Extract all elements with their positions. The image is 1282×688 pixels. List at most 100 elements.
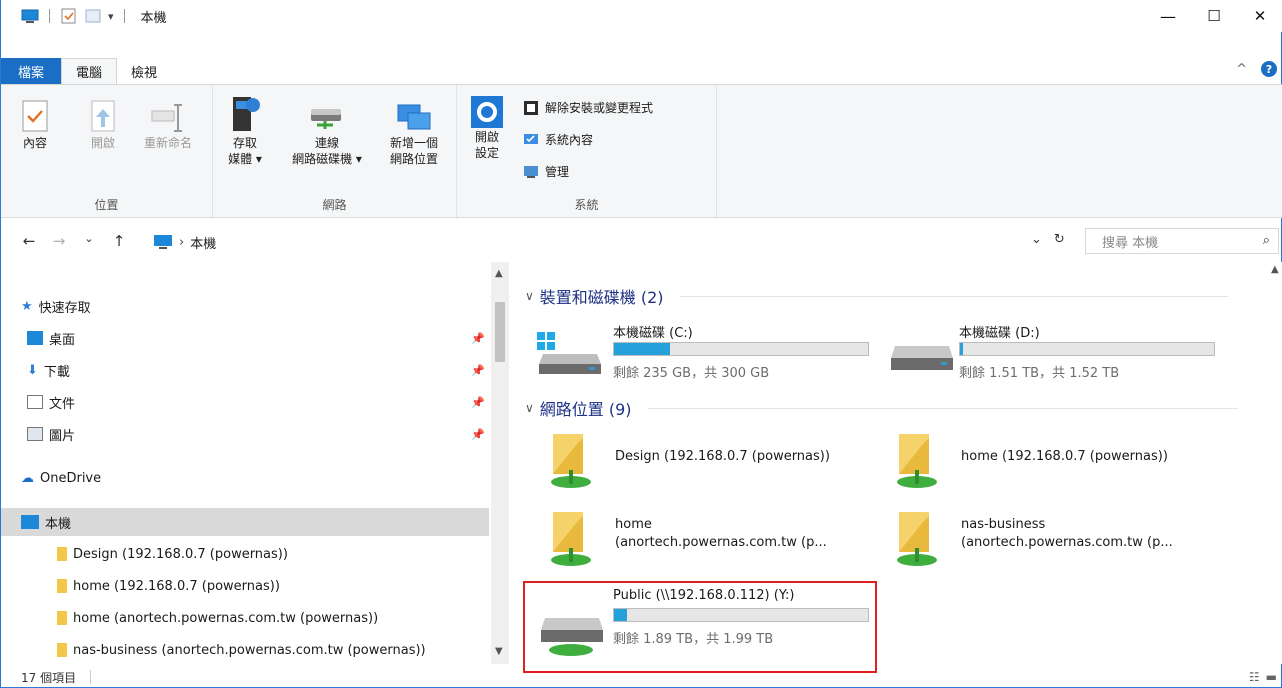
section-devices-header[interactable]: ∨ 裝置和磁碟機 (2) xyxy=(525,284,1228,308)
address-row: ← → ⌄ ↑ › 本機 ⌄ ↻ 搜尋 本機 ⌕ xyxy=(1,226,1282,258)
qat-dropdown-icon[interactable]: ▾ xyxy=(108,10,114,23)
help-icon[interactable]: ? xyxy=(1261,61,1277,77)
maximize-button[interactable]: ☐ xyxy=(1191,0,1237,32)
nav-share-item[interactable]: nas-business (anortech.powernas.com.tw (… xyxy=(1,636,489,664)
address-bar[interactable]: › 本機 xyxy=(153,229,1073,255)
nav-desktop[interactable]: 桌面 📌 xyxy=(1,324,489,352)
system-properties-icon xyxy=(524,133,538,144)
drive-d[interactable]: 本機磁碟 (D:) 剩餘 1.51 TB，共 1.52 TB xyxy=(875,322,1215,382)
network-folder-icon xyxy=(57,643,67,657)
refresh-icon[interactable]: ↻ xyxy=(1054,232,1065,247)
rename-button[interactable]: 重新命名 xyxy=(135,99,201,151)
network-folder-icon xyxy=(57,579,67,593)
documents-icon xyxy=(27,395,43,409)
this-pc-icon xyxy=(21,515,39,529)
manage-button[interactable]: 管理 xyxy=(523,163,569,180)
ribbon-tabs: 檔案 電腦 檢視 ^ ? xyxy=(1,58,1282,85)
section-network-header[interactable]: ∨ 網路位置 (9) xyxy=(525,396,1238,420)
group-label-location: 位置 xyxy=(94,198,119,212)
network-folder-icon xyxy=(57,547,67,561)
back-arrow-icon[interactable]: ← xyxy=(17,232,41,250)
drive-c[interactable]: 本機磁碟 (C:) 剩餘 235 GB，共 300 GB xyxy=(529,322,869,382)
network-location-item[interactable]: nas-business (anortech.powernas.com.tw (… xyxy=(875,508,1215,578)
add-network-location-button[interactable]: 新增一個 網路位置 xyxy=(379,103,449,167)
nav-share-item[interactable]: Design (192.168.0.7 (powernas)) xyxy=(1,540,489,568)
nav-documents[interactable]: 文件 📌 xyxy=(1,388,489,416)
status-bar: 17 個項目 ☷ ▬ xyxy=(1,666,1282,688)
nav-share-item[interactable]: home (anortech.powernas.com.tw (powernas… xyxy=(1,604,489,632)
nav-share-item[interactable]: home (192.168.0.7 (powernas)) xyxy=(1,572,489,600)
drive-usage-bar xyxy=(959,342,1215,356)
network-folder-icon xyxy=(897,512,937,566)
nav-pictures[interactable]: 圖片 📌 xyxy=(1,420,489,448)
breadcrumb-separator-icon[interactable]: › xyxy=(179,235,184,250)
search-icon[interactable]: ⌕ xyxy=(1263,233,1270,248)
pin-icon[interactable]: 📌 xyxy=(471,364,485,377)
map-network-drive-button[interactable]: 連線 網路磁碟機 ▾ xyxy=(279,103,375,167)
window-title: 本機 xyxy=(140,10,167,26)
collapse-chevron-icon[interactable]: ∨ xyxy=(525,289,534,303)
rename-icon xyxy=(151,104,182,132)
network-location-icon xyxy=(397,104,431,130)
network-folder-icon xyxy=(897,434,937,488)
cloud-icon: ☁ xyxy=(21,470,34,486)
scroll-down-icon[interactable]: ▼ xyxy=(495,646,503,657)
nav-onedrive[interactable]: ☁ OneDrive xyxy=(1,464,489,492)
tab-view[interactable]: 檢視 xyxy=(117,58,171,84)
settings-gear-icon xyxy=(471,96,503,128)
large-icons-view-icon[interactable]: ▬ xyxy=(1266,670,1277,684)
system-properties-button[interactable]: 系統內容 xyxy=(523,131,593,148)
manage-icon xyxy=(524,165,538,178)
minimize-button[interactable]: — xyxy=(1145,0,1191,32)
nav-downloads[interactable]: ⬇ 下載 📌 xyxy=(1,356,489,384)
drive-usage-bar xyxy=(613,342,869,356)
pin-icon[interactable]: 📌 xyxy=(471,396,485,409)
uninstall-programs-button[interactable]: 解除安裝或變更程式 xyxy=(523,99,653,116)
nav-this-pc[interactable]: 本機 xyxy=(1,508,489,536)
nav-quick-access[interactable]: ★ 快速存取 xyxy=(1,292,489,320)
collapse-chevron-icon[interactable]: ∨ xyxy=(525,401,534,415)
properties-check-icon[interactable] xyxy=(60,8,78,24)
open-settings-button[interactable]: 開啟 設定 xyxy=(469,95,505,161)
access-media-button[interactable]: 存取 媒體 ▾ xyxy=(219,95,271,167)
nav-scrollbar[interactable]: ▲ ▼ xyxy=(491,262,509,664)
tab-file[interactable]: 檔案 xyxy=(1,58,61,84)
drive-usage-fill xyxy=(960,343,963,355)
address-dropdown-icon[interactable]: ⌄ xyxy=(1031,232,1042,247)
item-count: 17 個項目 xyxy=(21,670,77,685)
search-input[interactable]: 搜尋 本機 ⌕ xyxy=(1085,228,1279,254)
network-location-item[interactable]: home (anortech.powernas.com.tw (p... xyxy=(529,508,869,578)
scroll-up-icon[interactable]: ▲ xyxy=(495,268,503,279)
network-location-item[interactable]: home (192.168.0.7 (powernas)) xyxy=(875,430,1215,500)
hard-drive-icon xyxy=(891,346,953,370)
close-button[interactable]: ✕ xyxy=(1237,0,1282,32)
ribbon-collapse-icon[interactable]: ^ xyxy=(1236,62,1247,77)
content-scrollbar[interactable]: ▲ xyxy=(1267,262,1282,664)
new-folder-icon[interactable] xyxy=(84,8,102,24)
details-view-icon[interactable]: ☷ xyxy=(1249,670,1260,684)
properties-icon xyxy=(22,100,48,132)
tab-computer[interactable]: 電腦 xyxy=(61,58,118,85)
up-arrow-icon[interactable]: ↑ xyxy=(107,232,131,250)
pin-icon[interactable]: 📌 xyxy=(471,428,485,441)
download-arrow-icon: ⬇ xyxy=(27,362,38,378)
breadcrumb-this-pc[interactable]: 本機 xyxy=(190,233,216,252)
network-folder-icon xyxy=(57,611,67,625)
forward-arrow-icon[interactable]: → xyxy=(47,232,71,250)
this-pc-icon[interactable] xyxy=(21,8,39,24)
navigation-pane: ★ 快速存取 桌面 📌 ⬇ 下載 📌 文件 📌 圖片 📌 ☁ OneDrive xyxy=(1,262,509,664)
scrollbar-thumb[interactable] xyxy=(495,302,505,362)
network-location-item[interactable]: Design (192.168.0.7 (powernas)) xyxy=(529,430,869,500)
this-pc-icon xyxy=(154,235,172,249)
scroll-up-icon[interactable]: ▲ xyxy=(1271,264,1279,275)
quick-access-toolbar: ▾ 本機 xyxy=(1,7,167,26)
recent-locations-chevron-icon[interactable]: ⌄ xyxy=(77,232,101,250)
network-drive-icon xyxy=(311,109,341,129)
ribbon-group-location: 內容 開啟 重新命名 位置 xyxy=(1,85,213,219)
ribbon: 內容 開啟 重新命名 位置 存取 媒體 ▾ 連線 網路磁碟機 ▾ 新增一個 網路… xyxy=(1,84,1282,219)
desktop-icon xyxy=(27,331,43,345)
open-button[interactable]: 開啟 xyxy=(83,99,123,151)
title-bar: ▾ 本機 — ☐ ✕ xyxy=(1,0,1282,32)
properties-button[interactable]: 內容 xyxy=(15,99,55,151)
pin-icon[interactable]: 📌 xyxy=(471,332,485,345)
